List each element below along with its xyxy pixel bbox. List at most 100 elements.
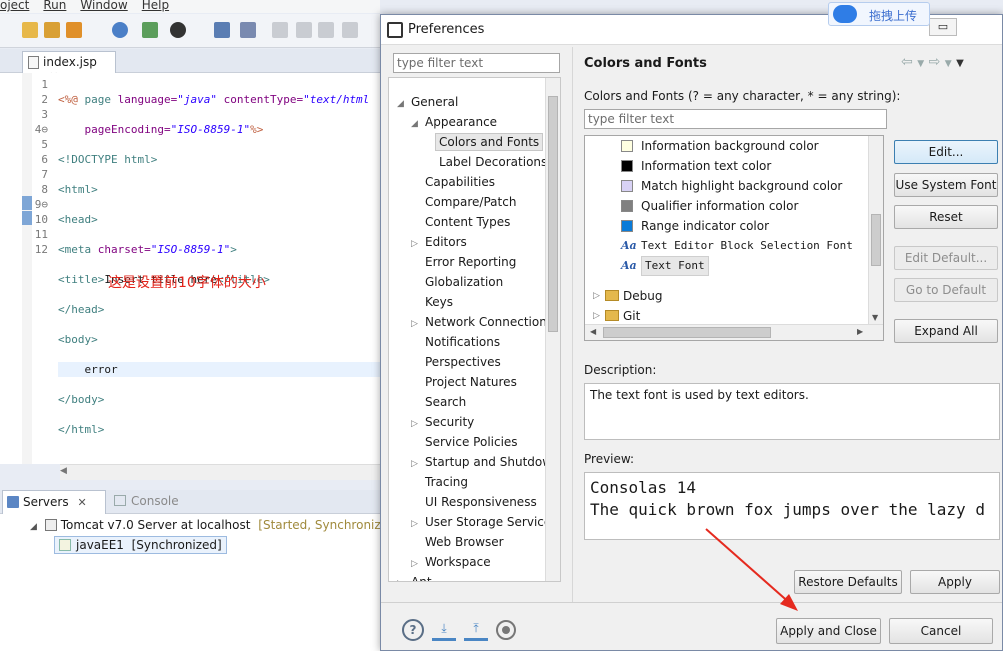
twisty-icon[interactable]: ▷	[411, 234, 421, 254]
open-file-icon[interactable]	[44, 22, 60, 38]
tree-item[interactable]: Label Decorations	[425, 152, 551, 172]
tree-item[interactable]: Tracing	[411, 472, 472, 492]
link-icon[interactable]	[142, 22, 158, 38]
tree-item[interactable]: Perspectives	[411, 352, 505, 372]
twisty-icon[interactable]: ◢	[397, 94, 407, 114]
preferences-dialog: Preferences ▭ type filter text ◢ General ◢…	[380, 14, 1003, 651]
tree-scroll-thumb[interactable]	[548, 96, 558, 332]
pin-icon[interactable]	[240, 22, 256, 38]
cloud-icon	[833, 5, 857, 23]
forward-arrow-icon: ⇨	[928, 54, 941, 70]
cancel-button[interactable]: Cancel	[889, 618, 993, 644]
stop-icon[interactable]	[318, 22, 334, 38]
description-box: The text font is used by text editors.	[584, 383, 1000, 440]
tree-item[interactable]: ▷ Startup and Shutdown	[411, 452, 560, 474]
preview-line-2: The quick brown fox jumps over the lazy …	[590, 500, 985, 519]
twisty-icon[interactable]: ▷	[593, 306, 600, 326]
twisty-icon[interactable]: ▷	[411, 314, 421, 334]
code-text[interactable]: <%@ page language="java" contentType="te…	[58, 77, 388, 452]
twisty-icon[interactable]: ▷	[411, 414, 421, 434]
step-icon[interactable]	[342, 22, 358, 38]
tree-item[interactable]: Keys	[411, 292, 457, 312]
twisty-icon[interactable]: ▷	[397, 574, 407, 581]
editor-horizontal-scrollbar[interactable]: ◀	[60, 464, 380, 480]
color-swatch	[621, 140, 633, 152]
user-icon[interactable]	[170, 22, 186, 38]
tree-item[interactable]: Service Policies	[411, 432, 522, 452]
editor-tab-index-jsp[interactable]: index.jsp ✕	[22, 51, 116, 83]
resume-icon[interactable]	[272, 22, 288, 38]
tree-item[interactable]: Colors and Fonts	[425, 132, 544, 152]
server-module-row[interactable]: javaEE1 [Synchronized]	[54, 536, 227, 554]
dialog-title: Preferences	[408, 22, 485, 37]
help-icon[interactable]: ?	[402, 619, 424, 641]
tree-item[interactable]: Capabilities	[411, 172, 499, 192]
tree-item[interactable]: ▷ Network Connections	[411, 312, 557, 332]
tree-item[interactable]: ▷ Editors	[411, 232, 471, 252]
tree-item[interactable]: ▷ User Storage Service	[411, 512, 555, 532]
go-to-default-button[interactable]: Go to Default	[894, 278, 998, 302]
restore-defaults-button[interactable]: Restore Defaults	[794, 570, 902, 594]
preferences-icon	[387, 22, 403, 38]
tree-item[interactable]: Globalization	[411, 272, 507, 292]
expand-all-button[interactable]: Expand All	[894, 319, 998, 343]
tree-item[interactable]: Error Reporting	[411, 252, 520, 272]
tree-item[interactable]: ▷ Security	[411, 412, 478, 432]
menu-run[interactable]: Run	[43, 0, 66, 12]
apply-button[interactable]: Apply	[910, 570, 1000, 594]
console-icon[interactable]	[214, 22, 230, 38]
suspend-icon[interactable]	[296, 22, 312, 38]
reset-button[interactable]: Reset	[894, 205, 998, 229]
tree-item[interactable]: Search	[411, 392, 470, 412]
tree-item-label: Keys	[425, 295, 454, 309]
tab-servers[interactable]: Servers ✕	[2, 490, 106, 514]
twisty-icon[interactable]: ▷	[411, 554, 421, 574]
menu-help[interactable]: Help	[142, 0, 169, 12]
import-icon[interactable]: ⤓	[432, 621, 456, 641]
twisty-icon[interactable]: ▷	[593, 286, 600, 306]
export-icon[interactable]: ⤒	[464, 621, 488, 641]
colors-fonts-label: Colors and Fonts (? = any character, * =…	[584, 89, 901, 103]
maximize-button[interactable]: ▭	[929, 18, 957, 36]
tree-vertical-scrollbar[interactable]	[545, 78, 560, 581]
tree-item[interactable]: Web Browser	[411, 532, 508, 552]
apply-and-close-button[interactable]: Apply and Close	[776, 618, 881, 644]
edit-default-button[interactable]: Edit Default...	[894, 246, 998, 270]
colors-fonts-filter-input[interactable]: type filter text	[584, 109, 887, 129]
tree-item-label: Security	[425, 415, 475, 429]
menu-project[interactable]: oject	[0, 0, 29, 12]
list-vertical-scrollbar[interactable]: ▼	[868, 136, 883, 324]
twisty-icon[interactable]: ▷	[411, 514, 421, 534]
list-horizontal-scrollbar[interactable]: ◀ ▶	[585, 324, 883, 340]
sash[interactable]	[572, 47, 573, 602]
tree-item[interactable]: ◢ Appearance	[411, 112, 501, 132]
twisty-icon[interactable]: ▷	[411, 454, 421, 474]
close-icon[interactable]: ✕	[77, 496, 86, 509]
tree-item-label: Globalization	[425, 275, 504, 289]
drag-upload-badge[interactable]: 拖拽上传	[828, 2, 930, 26]
tree-item[interactable]: Project Natures	[411, 372, 521, 392]
tree-item[interactable]: Compare/Patch	[411, 192, 520, 212]
chevron-down-icon: ▼	[917, 59, 925, 69]
list-scroll-thumb[interactable]	[871, 214, 881, 266]
twisty-icon[interactable]: ◢	[411, 114, 421, 134]
module-icon	[59, 539, 71, 551]
history-navigation[interactable]: ⇦ ▼ ⇨ ▼ ▼	[901, 54, 964, 70]
tree-item[interactable]: UI Responsiveness	[411, 492, 541, 512]
server-row[interactable]: ◢ Tomcat v7.0 Server at localhost [Start…	[30, 518, 400, 532]
colors-fonts-tree: Information background color Information …	[584, 135, 884, 341]
use-system-font-button[interactable]: Use System Font	[894, 173, 998, 197]
tree-item[interactable]: ◢ General	[397, 92, 462, 112]
record-icon[interactable]	[496, 620, 516, 640]
tree-item[interactable]: Content Types	[411, 212, 514, 232]
tab-console[interactable]: Console	[114, 494, 179, 508]
open-folder-icon[interactable]	[22, 22, 38, 38]
menu-window[interactable]: Window	[80, 0, 127, 12]
tree-item[interactable]: ▷ Workspace	[411, 552, 495, 572]
tree-filter-input[interactable]: type filter text	[393, 53, 560, 73]
tree-item[interactable]: ▷ Ant	[397, 572, 436, 581]
tree-item[interactable]: Notifications	[411, 332, 504, 352]
globe-icon[interactable]	[112, 22, 128, 38]
rocket-icon[interactable]	[66, 22, 82, 38]
edit-button[interactable]: Edit...	[894, 140, 998, 164]
